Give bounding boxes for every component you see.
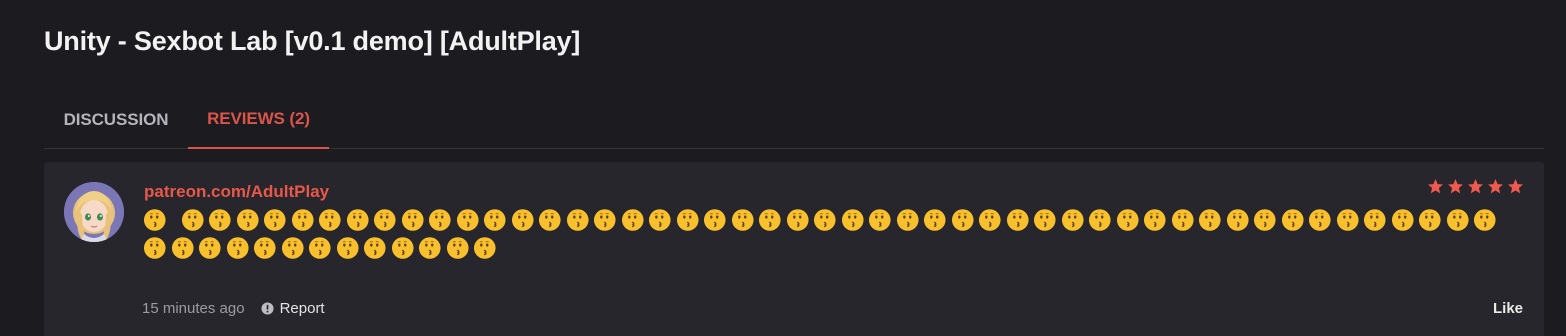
kissing-face-icon [896,209,919,231]
kissing-face-icon [363,237,386,259]
kissing-face-icon [1281,209,1304,231]
kissing-face-icon [1418,209,1441,231]
kissing-face-icon [621,209,644,231]
kissing-face-icon [1061,209,1084,231]
kissing-face-icon [336,237,359,259]
kissing-face-icon [841,209,864,231]
alert-icon [261,302,274,315]
kissing-face-icon [418,237,441,259]
kissing-face-icon [978,209,1001,231]
report-label: Report [279,300,325,317]
kissing-face-icon [1363,209,1386,231]
page: Unity - Sexbot Lab [v0.1 demo] [AdultPla… [0,0,1566,336]
kissing-face-icon [446,237,469,259]
kissing-face-icon [813,209,836,231]
kissing-face-icon [648,209,671,231]
kissing-face-icon [786,209,809,231]
kissing-face-icon [391,237,414,259]
star-icon [1428,179,1443,194]
kissing-face-icon [291,209,314,231]
review-timestamp[interactable]: 15 minutes ago [142,300,245,317]
kissing-face-icon [1006,209,1029,231]
kissing-face-icon [483,209,506,231]
kissing-face-icon [1143,209,1166,231]
kissing-face-icon [253,237,276,259]
kissing-face-icon [181,209,204,231]
kissing-face-icon [1336,209,1359,231]
tab-bar: DISCUSSION REVIEWS (2) [44,90,1544,149]
kissing-face-icon [758,209,781,231]
kissing-face-icon [538,209,561,231]
review-body [142,206,1522,262]
kissing-face-icon [346,209,369,231]
kissing-face-icon [1308,209,1331,231]
kissing-face-icon [703,209,726,231]
tab-discussion[interactable]: DISCUSSION [44,90,188,149]
kissing-face-icon [676,209,699,231]
kissing-face-icon [1473,209,1496,231]
kissing-face-icon [1253,209,1276,231]
kissing-face-icon [1088,209,1111,231]
kissing-face-icon [1198,209,1221,231]
kissing-face-icon [373,209,396,231]
kissing-face-icon [511,209,534,231]
star-icon [1448,179,1463,194]
kissing-face-icon [236,209,259,231]
kissing-face-icon [208,209,231,231]
kissing-face-icon [1391,209,1414,231]
star-icon [1508,179,1523,194]
kissing-face-icon [456,209,479,231]
kissing-face-icon [263,209,286,231]
kissing-face-icon [308,237,331,259]
kissing-face-icon [198,237,221,259]
kissing-face-icon [473,237,496,259]
kissing-face-icon [1033,209,1056,231]
kissing-face-icon [1446,209,1469,231]
kissing-face-icon [1226,209,1249,231]
kissing-face-icon [1116,209,1139,231]
kissing-face-icon [731,209,754,231]
rating-stars [1427,178,1524,195]
kissing-face-icon [318,209,341,231]
review-meta: 15 minutes ago Report [142,300,325,317]
kissing-face-icon [171,237,194,259]
kissing-face-icon [593,209,616,231]
kissing-face-icon [281,237,304,259]
review-author-link[interactable]: patreon.com/AdultPlay [144,182,329,202]
thread-title: Unity - Sexbot Lab [v0.1 demo] [AdultPla… [44,26,581,56]
kissing-face-icon [428,209,451,231]
review-card: patreon.com/AdultPlay 15 minutes ago Rep… [44,162,1544,336]
kissing-face-icon [401,209,424,231]
kissing-face-icon [226,237,249,259]
kissing-face-icon [566,209,589,231]
kissing-face-icon [143,209,166,231]
like-button[interactable]: Like [1493,300,1523,317]
star-icon [1468,179,1483,194]
kissing-face-icon [868,209,891,231]
kissing-face-icon [143,237,166,259]
kissing-face-icon [923,209,946,231]
kissing-face-icon [951,209,974,231]
tab-reviews[interactable]: REVIEWS (2) [188,90,329,149]
star-icon [1488,179,1503,194]
report-button[interactable]: Report [261,300,325,317]
avatar[interactable] [64,182,124,242]
kissing-face-icon [1171,209,1194,231]
